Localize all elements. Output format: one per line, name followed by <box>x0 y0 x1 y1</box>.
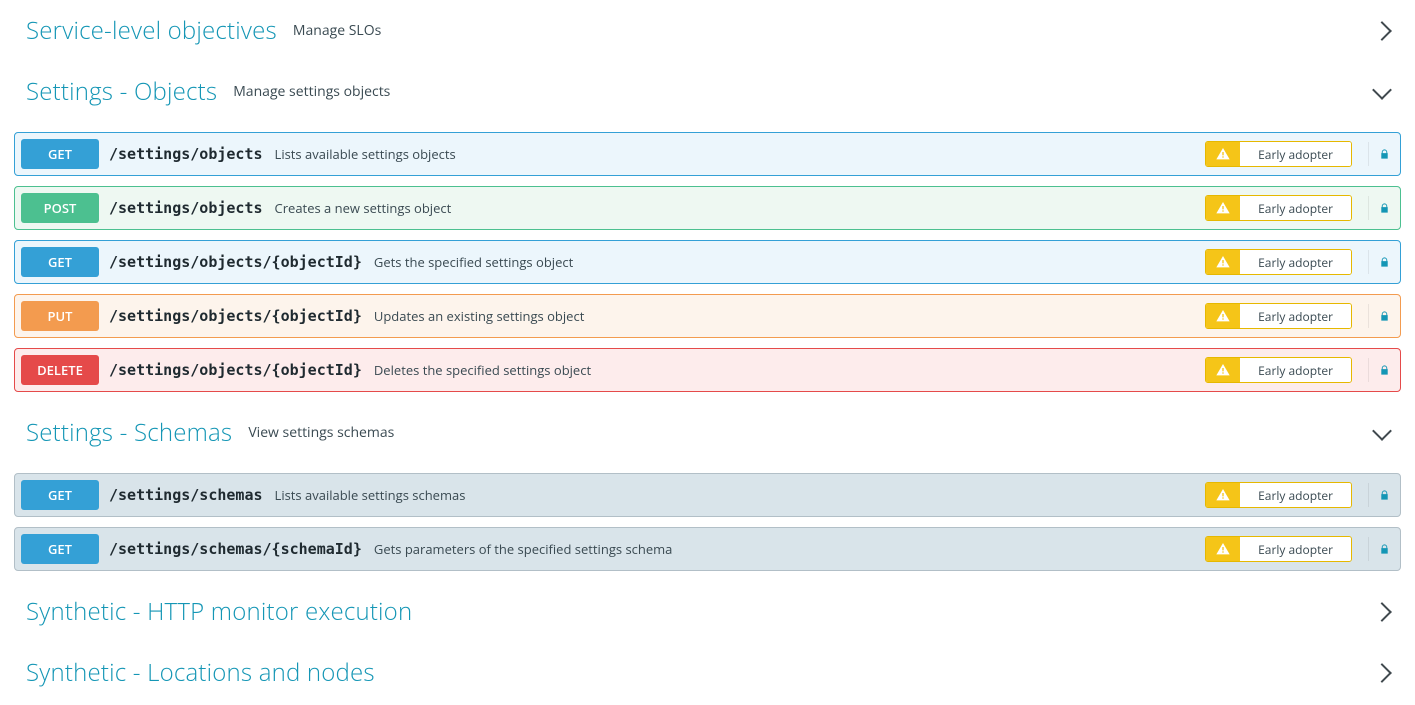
endpoint-summary: Deletes the specified settings object <box>374 361 591 379</box>
chevron-right-icon <box>1372 602 1392 622</box>
lock-icon[interactable] <box>1368 250 1390 274</box>
warning-icon <box>1206 358 1240 382</box>
section-title: Synthetic - Locations and nodes <box>26 656 375 689</box>
endpoint-row[interactable]: DELETE/settings/objects/{objectId} Delete… <box>14 348 1401 392</box>
chevron-right-icon <box>1372 663 1392 683</box>
endpoint-row[interactable]: GET/settings/schemas Lists available sett… <box>14 473 1401 517</box>
chevron-right-icon <box>1372 21 1392 41</box>
lock-icon[interactable] <box>1368 537 1390 561</box>
warning-icon <box>1206 142 1240 166</box>
endpoint-row[interactable]: GET/settings/schemas/{schemaId} Gets para… <box>14 527 1401 571</box>
badge-text: Early adopter <box>1240 537 1351 561</box>
warning-icon <box>1206 196 1240 220</box>
section-title: Service-level objectives <box>26 14 277 47</box>
endpoint-path: /settings/objects/{objectId} <box>109 307 362 325</box>
endpoint-summary: Gets the specified settings object <box>374 253 573 271</box>
http-method-badge: PUT <box>21 301 99 331</box>
http-method-badge: GET <box>21 534 99 564</box>
section-header-settings-objects[interactable]: Settings - Objects Manage settings object… <box>14 61 1401 122</box>
http-method-badge: GET <box>21 480 99 510</box>
lock-icon[interactable] <box>1368 304 1390 328</box>
badge-text: Early adopter <box>1240 304 1351 328</box>
endpoint-path: /settings/objects/{objectId} <box>109 253 362 271</box>
endpoint-row[interactable]: POST/settings/objects Creates a new setti… <box>14 186 1401 230</box>
endpoint-row[interactable]: PUT/settings/objects/{objectId} Updates a… <box>14 294 1401 338</box>
chevron-down-icon <box>1372 80 1392 100</box>
endpoint-summary: Gets parameters of the specified setting… <box>374 540 673 558</box>
endpoint-summary: Creates a new settings object <box>275 199 452 217</box>
http-method-badge: GET <box>21 139 99 169</box>
warning-icon <box>1206 304 1240 328</box>
section-header-slo[interactable]: Service-level objectives Manage SLOs <box>14 0 1401 61</box>
endpoint-path: /settings/objects/{objectId} <box>109 361 362 379</box>
endpoint-list: GET/settings/objects Lists available sett… <box>14 132 1401 392</box>
endpoint-summary: Updates an existing settings object <box>374 307 584 325</box>
endpoint-summary: Lists available settings objects <box>275 145 456 163</box>
early-adopter-badge: Early adopter <box>1205 141 1352 167</box>
http-method-badge: GET <box>21 247 99 277</box>
warning-icon <box>1206 250 1240 274</box>
section-title: Synthetic - HTTP monitor execution <box>26 595 412 628</box>
early-adopter-badge: Early adopter <box>1205 303 1352 329</box>
early-adopter-badge: Early adopter <box>1205 536 1352 562</box>
section-title: Settings - Objects <box>26 75 217 108</box>
section-description: Manage settings objects <box>233 82 390 101</box>
endpoint-row[interactable]: GET/settings/objects/{objectId} Gets the … <box>14 240 1401 284</box>
lock-icon[interactable] <box>1368 483 1390 507</box>
chevron-down-icon <box>1372 421 1392 441</box>
early-adopter-badge: Early adopter <box>1205 357 1352 383</box>
section-header-synthetic-loc[interactable]: Synthetic - Locations and nodes <box>14 642 1401 703</box>
http-method-badge: DELETE <box>21 355 99 385</box>
http-method-badge: POST <box>21 193 99 223</box>
section-header-settings-schemas[interactable]: Settings - Schemas View settings schemas <box>14 402 1401 463</box>
badge-text: Early adopter <box>1240 483 1351 507</box>
warning-icon <box>1206 537 1240 561</box>
section-header-synthetic-http[interactable]: Synthetic - HTTP monitor execution <box>14 581 1401 642</box>
endpoint-path: /settings/objects <box>109 145 263 163</box>
endpoint-summary: Lists available settings schemas <box>275 486 466 504</box>
section-title: Settings - Schemas <box>26 416 232 449</box>
section-description: View settings schemas <box>248 423 394 442</box>
endpoint-path: /settings/schemas <box>109 486 263 504</box>
badge-text: Early adopter <box>1240 196 1351 220</box>
warning-icon <box>1206 483 1240 507</box>
lock-icon[interactable] <box>1368 142 1390 166</box>
endpoint-path: /settings/schemas/{schemaId} <box>109 540 362 558</box>
badge-text: Early adopter <box>1240 142 1351 166</box>
endpoint-row[interactable]: GET/settings/objects Lists available sett… <box>14 132 1401 176</box>
badge-text: Early adopter <box>1240 358 1351 382</box>
lock-icon[interactable] <box>1368 196 1390 220</box>
early-adopter-badge: Early adopter <box>1205 482 1352 508</box>
section-description: Manage SLOs <box>293 21 381 40</box>
endpoint-path: /settings/objects <box>109 199 263 217</box>
lock-icon[interactable] <box>1368 358 1390 382</box>
badge-text: Early adopter <box>1240 250 1351 274</box>
early-adopter-badge: Early adopter <box>1205 249 1352 275</box>
endpoint-list: GET/settings/schemas Lists available sett… <box>14 473 1401 571</box>
early-adopter-badge: Early adopter <box>1205 195 1352 221</box>
